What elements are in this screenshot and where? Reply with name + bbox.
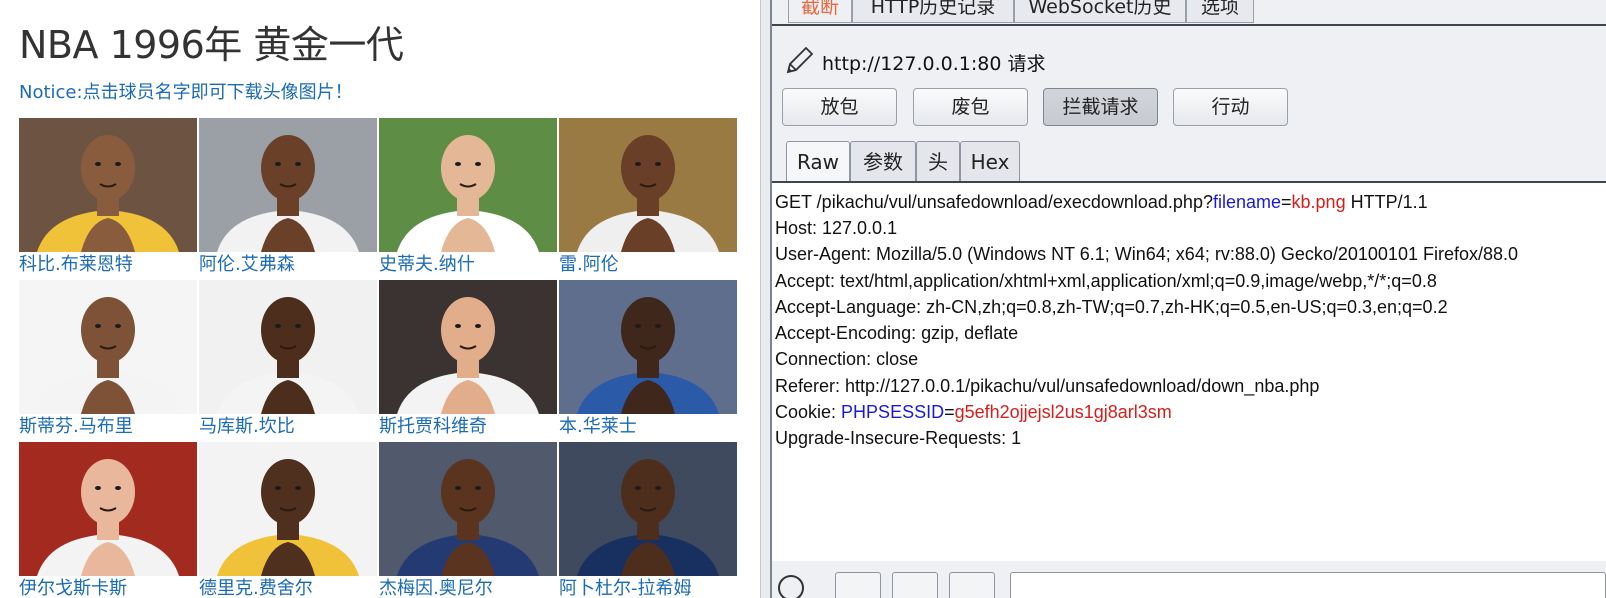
player-card: 伊尔戈斯卡斯 bbox=[19, 442, 197, 598]
tab-options[interactable]: 选项 bbox=[1186, 0, 1254, 23]
search-add-button[interactable] bbox=[892, 572, 938, 598]
header-host: Host: 127.0.0.1 bbox=[775, 218, 898, 238]
request-target-label: http://127.0.0.1:80 请求 bbox=[822, 53, 1046, 75]
player-portrait bbox=[199, 118, 377, 252]
player-name-link[interactable]: 斯托贾科维奇 bbox=[379, 414, 487, 440]
player-card: 马库斯.坎比 bbox=[199, 280, 377, 440]
player-card: 雷.阿伦 bbox=[559, 118, 737, 278]
header-accept-language: Accept-Language: zh-CN,zh;q=0.8,zh-TW;q=… bbox=[775, 297, 1448, 317]
player-card: 阿伦.艾弗森 bbox=[199, 118, 377, 278]
player-portrait bbox=[559, 118, 737, 252]
player-name-link[interactable]: 斯蒂芬.马布里 bbox=[19, 414, 133, 440]
raw-request-editor[interactable]: GET /pikachu/vul/unsafedownload/execdown… bbox=[772, 181, 1606, 561]
player-card: 杰梅因.奥尼尔 bbox=[379, 442, 557, 598]
player-portrait bbox=[379, 118, 557, 252]
header-referer: Referer: http://127.0.0.1/pikachu/vul/un… bbox=[775, 376, 1320, 396]
player-portrait bbox=[559, 442, 737, 576]
tab-hex[interactable]: Hex bbox=[960, 141, 1020, 181]
player-card: 斯托贾科维奇 bbox=[379, 280, 557, 440]
drop-button[interactable]: 废包 bbox=[913, 88, 1028, 126]
player-portrait bbox=[19, 442, 197, 576]
page-title: NBA 1996年 黄金一代 bbox=[19, 23, 404, 67]
player-card: 史蒂夫.纳什 bbox=[379, 118, 557, 278]
header-accept-encoding: Accept-Encoding: gzip, deflate bbox=[775, 323, 1019, 343]
player-portrait bbox=[379, 280, 557, 414]
browser-page: NBA 1996年 黄金一代 Notice:点击球员名字即可下载头像图片！ 科比… bbox=[0, 0, 760, 598]
player-card: 阿卜杜尔-拉希姆 bbox=[559, 442, 737, 598]
player-name-link[interactable]: 本.华莱士 bbox=[559, 414, 637, 440]
player-card: 本.华莱士 bbox=[559, 280, 737, 440]
player-name-link[interactable]: 科比.布莱恩特 bbox=[19, 252, 133, 278]
request-line: GET /pikachu/vul/unsafedownload/execdown… bbox=[775, 192, 1428, 212]
header-cookie: Cookie: PHPSESSID=g5efh2ojjejsl2us1gj8ar… bbox=[775, 402, 1172, 422]
player-portrait bbox=[199, 442, 377, 576]
tab-headers[interactable]: 头 bbox=[916, 141, 960, 181]
player-card: 德里克.费舍尔 bbox=[199, 442, 377, 598]
player-portrait bbox=[379, 442, 557, 576]
header-user-agent: User-Agent: Mozilla/5.0 (Windows NT 6.1;… bbox=[775, 244, 1519, 264]
forward-button[interactable]: 放包 bbox=[782, 88, 897, 126]
player-card: 斯蒂芬.马布里 bbox=[19, 280, 197, 440]
player-name-link[interactable]: 马库斯.坎比 bbox=[199, 414, 295, 440]
search-input[interactable] bbox=[1010, 572, 1606, 598]
search-next-button[interactable] bbox=[949, 572, 995, 598]
tab-bar-divider bbox=[772, 24, 1606, 26]
help-icon[interactable] bbox=[776, 573, 806, 598]
search-bar bbox=[772, 562, 1606, 598]
tab-http-history[interactable]: HTTP历史记录 bbox=[852, 0, 1014, 23]
player-portrait bbox=[559, 280, 737, 414]
player-portrait bbox=[199, 280, 377, 414]
action-button[interactable]: 行动 bbox=[1173, 88, 1288, 126]
player-name-link[interactable]: 史蒂夫.纳什 bbox=[379, 252, 475, 278]
player-card: 科比.布莱恩特 bbox=[19, 118, 197, 278]
pencil-icon[interactable] bbox=[784, 44, 814, 80]
header-upgrade-insecure: Upgrade-Insecure-Requests: 1 bbox=[775, 428, 1022, 448]
tab-intercept[interactable]: 截断 bbox=[788, 0, 852, 23]
player-name-link[interactable]: 杰梅因.奥尼尔 bbox=[379, 576, 493, 598]
intercept-toggle-button[interactable]: 拦截请求 bbox=[1043, 88, 1158, 126]
tab-websocket-history[interactable]: WebSocket历史 bbox=[1014, 0, 1186, 23]
window-divider[interactable] bbox=[760, 0, 772, 598]
player-portrait bbox=[19, 118, 197, 252]
player-name-link[interactable]: 德里克.费舍尔 bbox=[199, 576, 313, 598]
header-connection: Connection: close bbox=[775, 349, 919, 369]
tab-raw[interactable]: Raw bbox=[786, 141, 850, 181]
download-notice: Notice:点击球员名字即可下载头像图片！ bbox=[19, 82, 353, 103]
player-name-link[interactable]: 阿卜杜尔-拉希姆 bbox=[559, 576, 692, 598]
header-accept: Accept: text/html,application/xhtml+xml,… bbox=[775, 271, 1437, 291]
player-name-link[interactable]: 阿伦.艾弗森 bbox=[199, 252, 295, 278]
search-prev-button[interactable] bbox=[835, 572, 881, 598]
tab-params[interactable]: 参数 bbox=[850, 141, 916, 181]
proxy-panel: 截断 HTTP历史记录 WebSocket历史 选项 http://127.0.… bbox=[772, 0, 1606, 598]
player-name-link[interactable]: 雷.阿伦 bbox=[559, 252, 619, 278]
player-portrait bbox=[19, 280, 197, 414]
player-name-link[interactable]: 伊尔戈斯卡斯 bbox=[19, 576, 127, 598]
